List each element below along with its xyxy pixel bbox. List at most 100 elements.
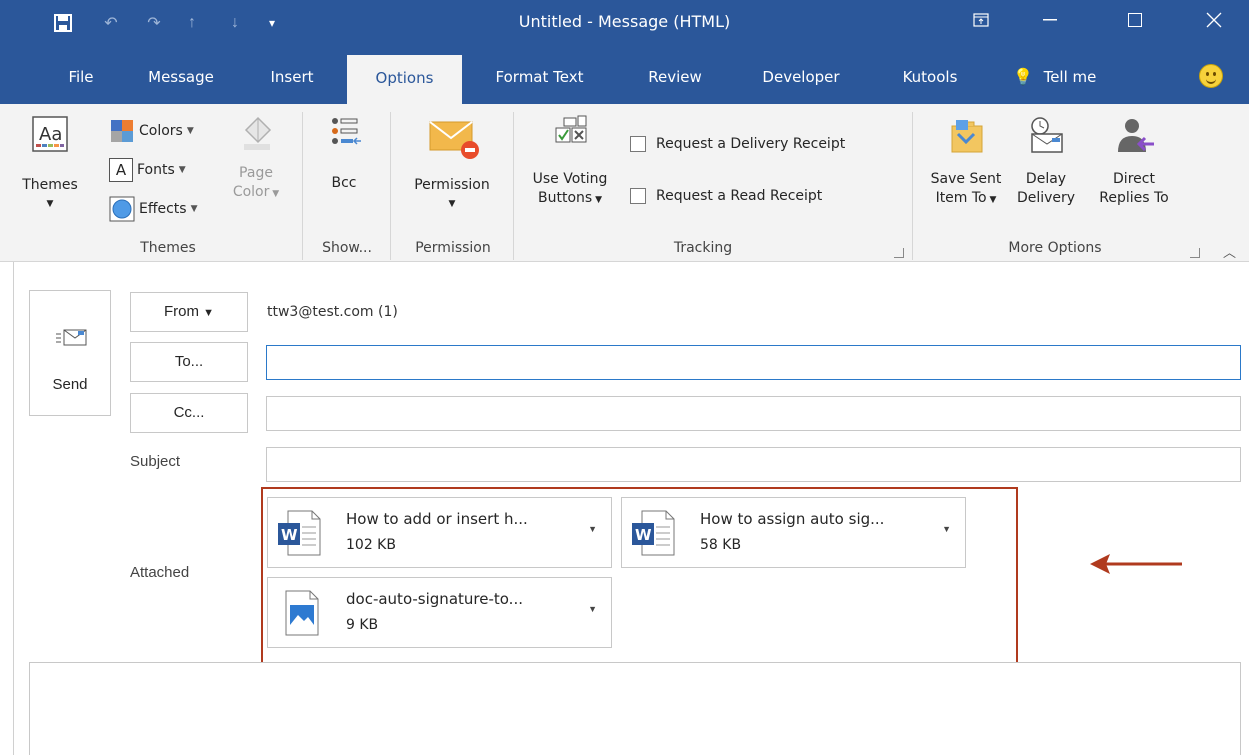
read-receipt-checkbox[interactable]: Request a Read Receipt bbox=[630, 188, 822, 204]
smiley-feedback-icon[interactable] bbox=[1199, 64, 1223, 88]
tab-review[interactable]: Review bbox=[638, 47, 712, 104]
group-label-permission: Permission bbox=[415, 240, 491, 256]
save-sent-label-1: Save Sent bbox=[930, 171, 1002, 187]
delivery-receipt-check[interactable] bbox=[630, 136, 646, 152]
ribbon-display-options-icon[interactable] bbox=[958, 0, 1004, 40]
maximize-icon[interactable] bbox=[1112, 0, 1158, 40]
delivery-receipt-checkbox[interactable]: Request a Delivery Receipt bbox=[630, 136, 845, 152]
save-sent-item-button[interactable]: Save Sent Item To ▼ bbox=[920, 116, 1012, 210]
to-field[interactable] bbox=[266, 345, 1241, 380]
group-separator bbox=[390, 112, 391, 260]
group-separator bbox=[912, 112, 913, 260]
save-sent-folder-icon bbox=[951, 120, 983, 153]
tab-insert[interactable]: Insert bbox=[262, 47, 322, 104]
group-label-more-options: More Options bbox=[1008, 240, 1102, 256]
tab-file[interactable]: File bbox=[62, 47, 100, 104]
more-options-dialog-launcher-icon[interactable] bbox=[1190, 248, 1200, 258]
themes-label: Themes bbox=[22, 177, 78, 193]
lightbulb-icon: 💡 bbox=[1013, 67, 1033, 86]
themes-icon: Aa bbox=[32, 116, 68, 152]
fonts-dropdown-icon: ▼ bbox=[178, 165, 186, 175]
cc-field[interactable] bbox=[266, 396, 1241, 431]
title-bar: ↶ ↷ ↑ ↓ ▾ Untitled - Message (HTML) bbox=[0, 0, 1249, 47]
voting-icon bbox=[555, 115, 587, 143]
effects-label: Effects bbox=[139, 201, 187, 217]
subject-label: Subject bbox=[130, 453, 181, 470]
voting-label-2: Buttons bbox=[538, 190, 593, 206]
group-separator bbox=[513, 112, 514, 260]
use-voting-buttons-button[interactable]: Use Voting Buttons ▼ bbox=[518, 114, 622, 210]
delay-label-1: Delay bbox=[1025, 171, 1067, 187]
tracking-dialog-launcher-icon[interactable] bbox=[894, 248, 904, 258]
save-sent-label-2: Item To bbox=[935, 190, 987, 206]
collapse-ribbon-icon[interactable]: ︿ bbox=[1223, 242, 1236, 261]
page-color-label-1: Page bbox=[239, 165, 273, 181]
tab-message[interactable]: Message bbox=[138, 47, 224, 104]
permission-icon bbox=[429, 121, 479, 159]
tab-format-text[interactable]: Format Text bbox=[482, 47, 597, 104]
attached-label: Attached bbox=[130, 564, 190, 581]
tab-tell-me[interactable]: Tell me bbox=[1036, 47, 1104, 104]
delay-delivery-icon bbox=[1031, 117, 1063, 153]
tab-kutools[interactable]: Kutools bbox=[888, 47, 972, 104]
send-button[interactable]: Send bbox=[29, 290, 111, 416]
annotation-arrow-icon bbox=[1090, 554, 1182, 574]
delay-delivery-button[interactable]: Delay Delivery bbox=[1014, 116, 1078, 208]
ribbon-options: Aa Themes ▼ Colors ▼ A Fonts ▼ Effects ▼ Pa… bbox=[0, 104, 1249, 262]
read-receipt-label: Request a Read Receipt bbox=[656, 188, 823, 204]
group-separator bbox=[302, 112, 303, 260]
read-receipt-check[interactable] bbox=[630, 188, 646, 204]
colors-button[interactable]: Colors ▼ bbox=[109, 118, 194, 144]
permission-label: Permission bbox=[414, 177, 490, 193]
minimize-icon[interactable] bbox=[1027, 0, 1073, 40]
cc-button[interactable]: Cc... bbox=[130, 393, 248, 433]
group-label-tracking: Tracking bbox=[673, 240, 733, 256]
tab-options[interactable]: Options bbox=[347, 55, 462, 104]
page-color-label-2: Color bbox=[232, 184, 270, 200]
voting-dropdown-icon: ▼ bbox=[592, 195, 602, 205]
subject-field[interactable] bbox=[266, 447, 1241, 482]
svg-text:Aa: Aa bbox=[39, 124, 62, 145]
fonts-button[interactable]: A Fonts ▼ bbox=[109, 158, 186, 182]
message-body[interactable] bbox=[29, 662, 1241, 755]
page-color-button[interactable]: Page Color ▼ bbox=[226, 114, 286, 204]
close-icon[interactable] bbox=[1191, 0, 1237, 40]
page-color-icon bbox=[244, 116, 272, 150]
bcc-icon bbox=[332, 118, 361, 145]
group-label-show: Show... bbox=[322, 240, 372, 256]
from-value: ttw3@test.com (1) bbox=[267, 304, 398, 320]
attachments-highlight-box bbox=[261, 487, 1018, 665]
from-dropdown-icon: ▼ bbox=[203, 307, 215, 319]
effects-dropdown-icon: ▼ bbox=[190, 204, 198, 214]
delivery-receipt-label: Request a Delivery Receipt bbox=[656, 136, 846, 152]
colors-dropdown-icon: ▼ bbox=[186, 126, 194, 136]
permission-button[interactable]: Permission ▼ bbox=[398, 116, 506, 214]
page-color-dropdown-icon: ▼ bbox=[269, 189, 280, 199]
from-label: From bbox=[163, 303, 199, 320]
permission-dropdown-icon: ▼ bbox=[448, 199, 456, 209]
direct-label-1: Direct bbox=[1113, 171, 1155, 187]
send-icon bbox=[56, 329, 87, 346]
effects-button[interactable]: Effects ▼ bbox=[109, 196, 198, 222]
themes-button[interactable]: Aa Themes ▼ bbox=[0, 114, 100, 214]
ribbon-tabs: File Message Insert Options Format Text … bbox=[0, 47, 1249, 104]
delay-label-2: Delivery bbox=[1016, 190, 1076, 206]
bcc-button[interactable]: Bcc bbox=[314, 114, 374, 193]
direct-replies-button[interactable]: Direct Replies To bbox=[1078, 116, 1190, 208]
effects-icon bbox=[109, 196, 135, 222]
bcc-label: Bcc bbox=[331, 175, 357, 191]
colors-icon bbox=[111, 120, 133, 142]
save-sent-dropdown-icon: ▼ bbox=[986, 195, 997, 205]
fonts-icon: A bbox=[109, 158, 133, 182]
tab-developer[interactable]: Developer bbox=[748, 47, 854, 104]
direct-replies-icon bbox=[1118, 119, 1154, 152]
send-label: Send bbox=[52, 376, 88, 393]
voting-label-1: Use Voting bbox=[532, 171, 608, 187]
themes-dropdown-icon: ▼ bbox=[46, 199, 54, 209]
colors-label: Colors bbox=[139, 123, 183, 139]
left-edge bbox=[0, 262, 14, 755]
group-label-themes: Themes bbox=[140, 240, 196, 256]
from-button[interactable]: From ▼ bbox=[130, 292, 248, 332]
direct-label-2: Replies To bbox=[1099, 190, 1169, 206]
to-button[interactable]: To... bbox=[130, 342, 248, 382]
